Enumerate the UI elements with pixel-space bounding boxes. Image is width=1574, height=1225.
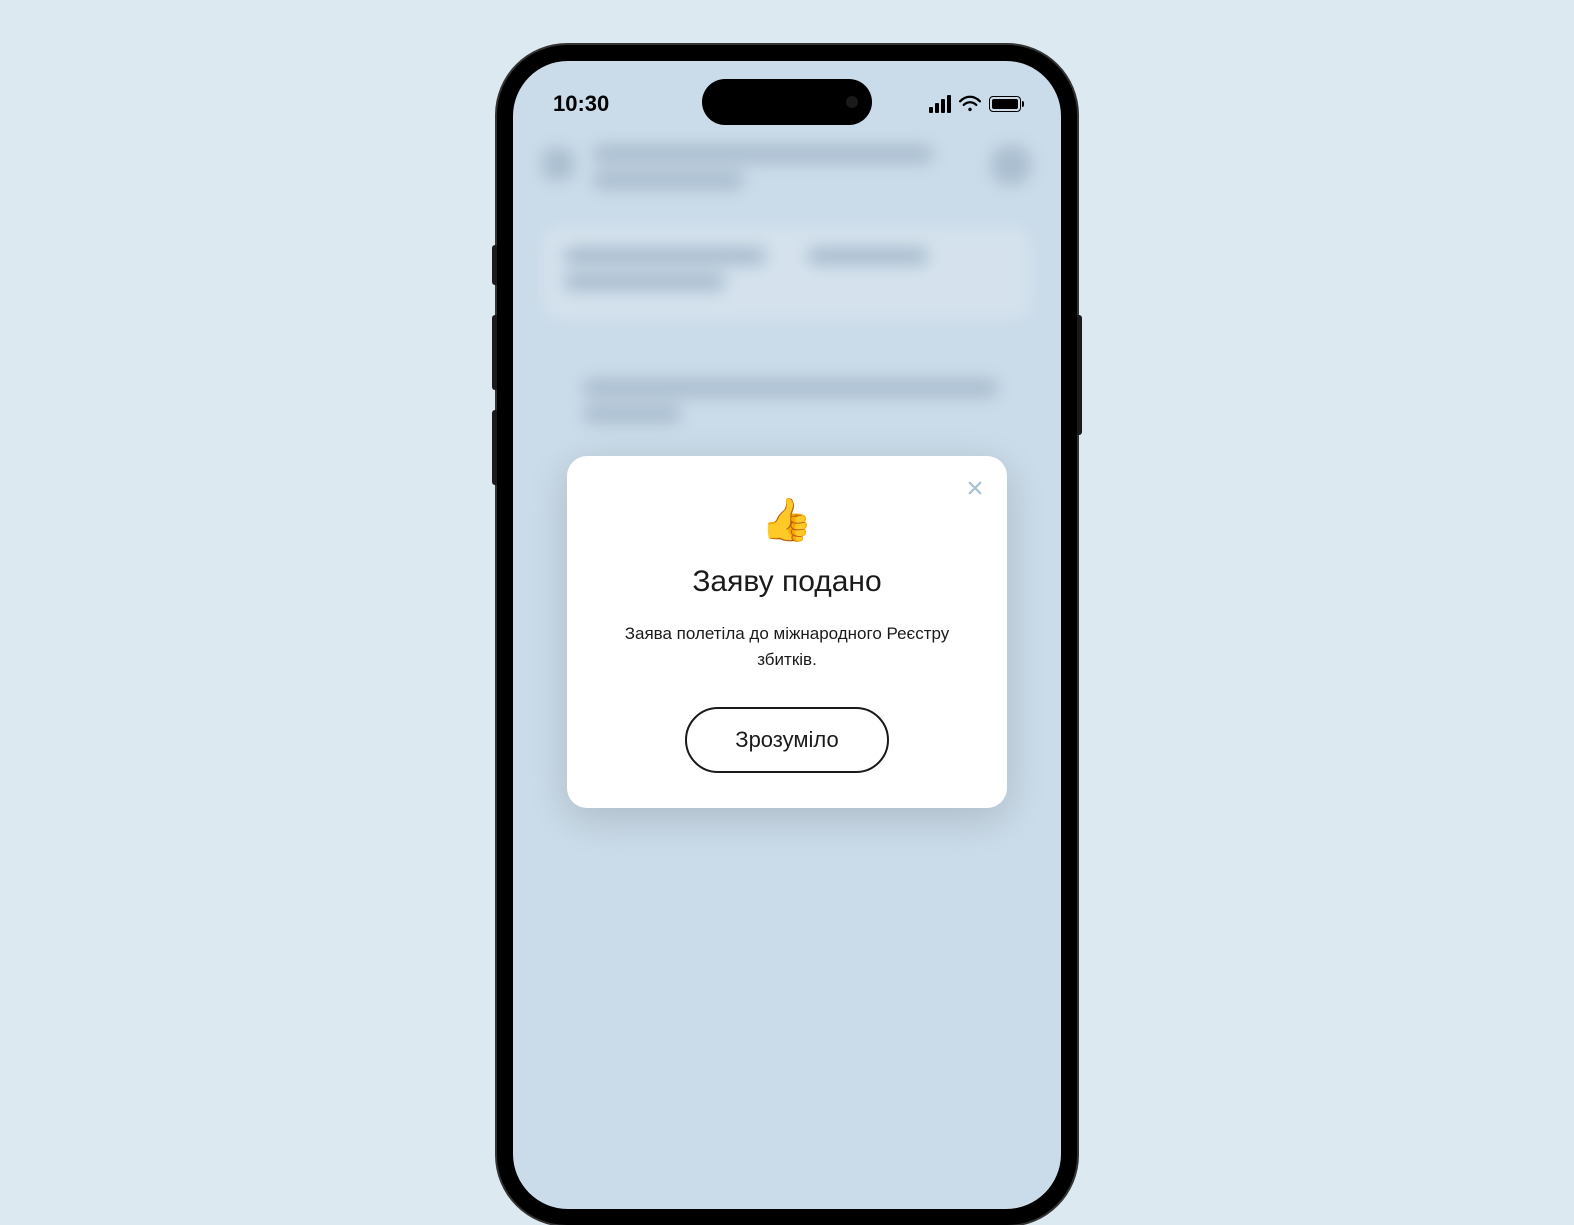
- close-icon: [966, 479, 984, 497]
- cellular-signal-icon: [929, 95, 951, 113]
- modal-message: Заява полетіла до міжнародного Реєстру з…: [602, 621, 972, 672]
- phone-screen: 10:30: [513, 61, 1061, 1209]
- phone-device-frame: 10:30: [497, 45, 1077, 1225]
- confirmation-modal: 👍 Заяву подано Заява полетіла до міжнаро…: [567, 456, 1007, 808]
- thumbs-up-icon: 👍: [602, 496, 972, 545]
- dynamic-island: [702, 79, 872, 125]
- phone-side-buttons-left: [492, 245, 497, 505]
- status-time: 10:30: [553, 91, 609, 117]
- wifi-icon: [959, 95, 981, 113]
- battery-icon: [989, 96, 1021, 112]
- modal-title: Заяву подано: [602, 565, 972, 599]
- status-icons: [929, 95, 1021, 113]
- phone-side-button-right: [1077, 315, 1082, 435]
- close-button[interactable]: [961, 474, 989, 502]
- understood-button[interactable]: Зрозуміло: [685, 707, 888, 773]
